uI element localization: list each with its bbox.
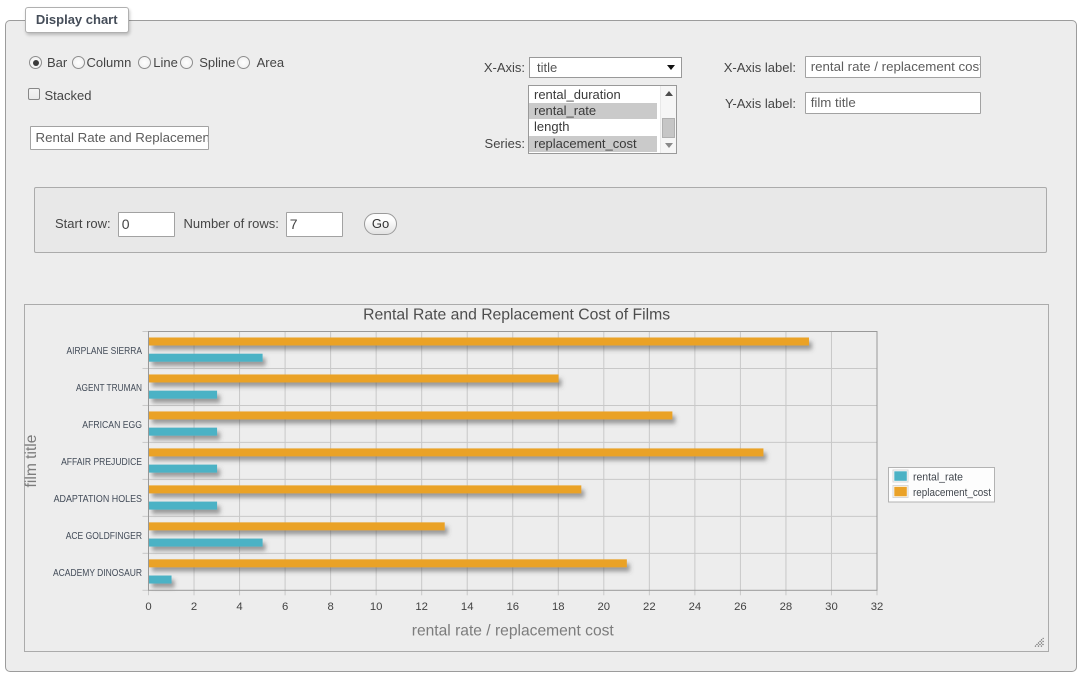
svg-text:12: 12 bbox=[415, 601, 428, 613]
svg-text:4: 4 bbox=[236, 601, 242, 613]
svg-text:6: 6 bbox=[282, 601, 288, 613]
svg-text:18: 18 bbox=[552, 601, 565, 613]
svg-text:ADAPTATION HOLES: ADAPTATION HOLES bbox=[54, 494, 143, 505]
svg-text:ACADEMY DINOSAUR: ACADEMY DINOSAUR bbox=[53, 568, 142, 579]
svg-text:AGENT TRUMAN: AGENT TRUMAN bbox=[76, 383, 142, 394]
svg-text:ACE GOLDFINGER: ACE GOLDFINGER bbox=[66, 531, 142, 542]
svg-text:Rental Rate and Replacement Co: Rental Rate and Replacement Cost of Film… bbox=[363, 307, 670, 324]
svg-text:16: 16 bbox=[506, 601, 519, 613]
svg-text:20: 20 bbox=[598, 601, 611, 613]
svg-text:10: 10 bbox=[370, 601, 383, 613]
svg-text:14: 14 bbox=[461, 601, 474, 613]
svg-text:AIRPLANE SIERRA: AIRPLANE SIERRA bbox=[67, 346, 143, 357]
svg-text:8: 8 bbox=[327, 601, 333, 613]
svg-text:26: 26 bbox=[734, 601, 747, 613]
svg-text:replacement_cost: replacement_cost bbox=[913, 487, 991, 499]
svg-text:32: 32 bbox=[871, 601, 884, 613]
svg-text:AFRICAN EGG: AFRICAN EGG bbox=[82, 420, 142, 431]
svg-text:rental_rate: rental_rate bbox=[913, 472, 963, 484]
svg-text:0: 0 bbox=[145, 601, 151, 613]
svg-text:AFFAIR PREJUDICE: AFFAIR PREJUDICE bbox=[61, 457, 142, 468]
svg-text:22: 22 bbox=[643, 601, 656, 613]
svg-text:24: 24 bbox=[689, 601, 702, 613]
svg-text:rental rate / replacement cost: rental rate / replacement cost bbox=[412, 622, 615, 639]
svg-text:28: 28 bbox=[780, 601, 793, 613]
svg-text:2: 2 bbox=[191, 601, 197, 613]
svg-text:30: 30 bbox=[825, 601, 838, 613]
